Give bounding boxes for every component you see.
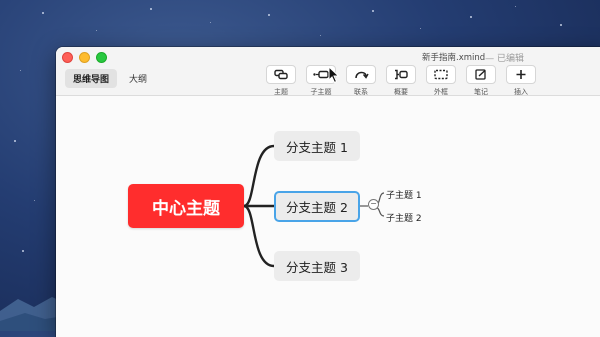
summary-tool[interactable]: 概要 <box>383 65 419 97</box>
relationship-button[interactable] <box>346 65 376 84</box>
xmind-window: 新手指南.xmind — 已编辑 思维导图 大纲 主题 子主题 联系 概要 外框… <box>56 47 600 337</box>
topic-tool[interactable]: 主题 <box>263 65 299 97</box>
summary-button[interactable] <box>386 65 416 84</box>
close-button[interactable] <box>62 52 73 63</box>
edit-status: — 已编辑 <box>485 54 525 64</box>
branch-topic-3[interactable]: 分支主题 3 <box>274 251 360 281</box>
mind-map-canvas[interactable]: 中心主题 分支主题 1 分支主题 2 分支主题 3 − 子主题 1 子主题 2 <box>56 96 600 337</box>
branch-topic-1[interactable]: 分支主题 1 <box>274 131 360 161</box>
branch-topic-2-selected[interactable]: 分支主题 2 <box>274 191 360 222</box>
note-tool[interactable]: 笔记 <box>463 65 499 97</box>
minimize-button[interactable] <box>79 52 90 63</box>
zoom-button[interactable] <box>96 52 107 63</box>
note-icon <box>475 69 486 80</box>
subtopic-2[interactable]: 子主题 2 <box>386 211 422 224</box>
topic-icon <box>274 69 288 80</box>
boundary-tool[interactable]: 外框 <box>423 65 459 97</box>
insert-tool[interactable]: 插入 <box>503 65 539 97</box>
mouse-cursor-icon <box>328 66 340 84</box>
boundary-button[interactable] <box>426 65 456 84</box>
topic-button[interactable] <box>266 65 296 84</box>
central-topic[interactable]: 中心主题 <box>128 184 244 228</box>
tab-outline[interactable]: 大纲 <box>121 69 155 88</box>
summary-icon <box>395 69 408 80</box>
note-button[interactable] <box>466 65 496 84</box>
toolbar: 主题 子主题 联系 概要 外框 笔记 插入 <box>263 65 543 97</box>
window-title: 新手指南.xmind — 已编辑 <box>422 51 524 64</box>
insert-button[interactable] <box>506 65 536 84</box>
tab-mind-map[interactable]: 思维导图 <box>65 68 118 88</box>
boundary-icon <box>434 69 448 80</box>
relationship-tool[interactable]: 联系 <box>343 65 379 97</box>
relationship-icon <box>355 71 369 79</box>
window-controls <box>62 52 107 63</box>
collapse-toggle[interactable]: − <box>368 199 379 210</box>
document-name: 新手指南.xmind <box>422 53 486 63</box>
view-tabs: 思维导图 大纲 <box>65 68 155 88</box>
subtopic-1[interactable]: 子主题 1 <box>386 188 422 201</box>
plus-icon <box>516 70 526 79</box>
